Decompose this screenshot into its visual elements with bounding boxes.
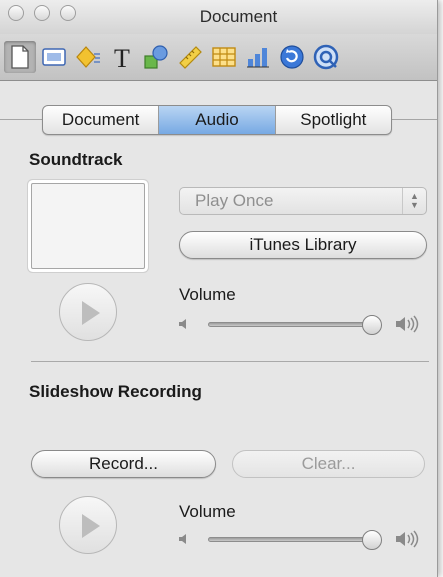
popup-arrows-icon: ▲ ▼ <box>402 188 426 214</box>
hyperlink-icon[interactable] <box>276 41 308 73</box>
clear-button[interactable]: Clear... <box>232 450 425 478</box>
text-icon-glyph: T <box>114 44 130 71</box>
tab-audio[interactable]: Audio <box>159 106 276 134</box>
volume-low-icon <box>179 319 186 329</box>
metrics-icon[interactable] <box>174 41 206 73</box>
text-icon[interactable]: T <box>106 41 138 73</box>
play-mode-value: Play Once <box>195 191 274 210</box>
tab-document[interactable]: Document <box>43 106 160 134</box>
soundtrack-drop-well[interactable] <box>31 183 145 269</box>
volume-high-icon <box>396 530 419 548</box>
soundtrack-volume-label: Volume <box>179 285 236 304</box>
quicktime-icon[interactable] <box>310 41 342 73</box>
play-icon <box>82 301 100 325</box>
itunes-library-button[interactable]: iTunes Library <box>179 231 427 259</box>
inspector-window: Document T Document Audio Spotlight Soun… <box>0 0 438 577</box>
volume-high-icon <box>396 315 419 333</box>
soundtrack-volume-knob[interactable] <box>362 315 383 335</box>
inspector-toolbar: T <box>0 34 437 81</box>
play-icon <box>82 514 100 538</box>
soundtrack-play-button[interactable] <box>59 283 117 341</box>
title-bar: Document <box>0 0 437 34</box>
tab-spotlight[interactable]: Spotlight <box>276 106 391 134</box>
recording-volume-label: Volume <box>179 502 236 521</box>
recording-play-button[interactable] <box>59 496 117 554</box>
chart-icon[interactable] <box>242 41 274 73</box>
recording-volume-slider[interactable] <box>208 537 381 542</box>
inspector-content: Document Audio Spotlight Soundtrack Play… <box>0 81 437 577</box>
soundtrack-heading: Soundtrack <box>29 150 123 169</box>
tab-bar: Document Audio Spotlight <box>42 105 392 135</box>
play-mode-select[interactable]: Play Once ▲ ▼ <box>179 187 427 215</box>
recording-volume-knob[interactable] <box>362 530 383 550</box>
record-button[interactable]: Record... <box>31 450 216 478</box>
document-icon[interactable] <box>4 41 36 73</box>
slide-icon[interactable] <box>38 41 70 73</box>
section-divider <box>31 361 429 362</box>
shapes-icon[interactable] <box>140 41 172 73</box>
table-icon[interactable] <box>208 41 240 73</box>
build-icon[interactable] <box>72 41 104 73</box>
window-title: Document <box>199 7 278 26</box>
soundtrack-volume-slider[interactable] <box>208 322 381 327</box>
volume-low-icon <box>179 534 186 544</box>
slideshow-recording-heading: Slideshow Recording <box>29 382 202 401</box>
